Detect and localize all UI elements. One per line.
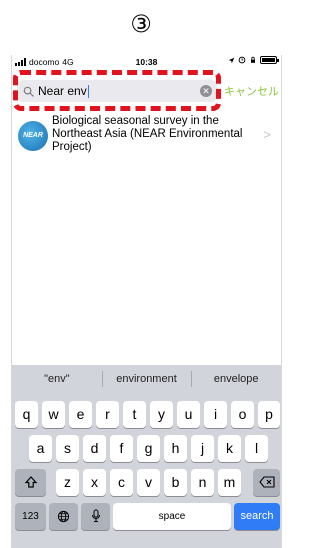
- phone-screen: docomo 4G 10:38 Near env ✕ キャンセル NEAR Bi…: [11, 55, 282, 548]
- key-f[interactable]: f: [110, 435, 133, 462]
- prediction-item[interactable]: envelope: [191, 365, 281, 393]
- key-b[interactable]: b: [164, 469, 187, 496]
- key-n[interactable]: n: [191, 469, 214, 496]
- key-o[interactable]: o: [231, 401, 254, 428]
- key-c[interactable]: c: [110, 469, 133, 496]
- screenshot-stage: ③ docomo 4G 10:38 Near env ✕ キャンセル NEAR …: [0, 0, 282, 548]
- key-q[interactable]: q: [15, 401, 38, 428]
- keyboard-row-3: z x c v b n m: [12, 469, 281, 497]
- key-h[interactable]: h: [164, 435, 187, 462]
- keyboard: "env" environment envelope q w e r t y u…: [12, 365, 281, 548]
- battery-icon: [260, 56, 279, 64]
- clear-circle-icon[interactable]: ✕: [200, 85, 212, 97]
- key-g[interactable]: g: [137, 435, 160, 462]
- status-right: [228, 56, 279, 64]
- list-item[interactable]: NEAR Biological seasonal survey in the N…: [12, 112, 281, 158]
- key-i[interactable]: i: [204, 401, 227, 428]
- prediction-item[interactable]: environment: [101, 365, 192, 393]
- key-k[interactable]: k: [218, 435, 241, 462]
- key-u[interactable]: u: [177, 401, 200, 428]
- search-value: Near env: [38, 84, 87, 98]
- text-cursor: [87, 84, 90, 98]
- results-list: NEAR Biological seasonal survey in the N…: [12, 112, 281, 158]
- globe-icon: [57, 510, 70, 523]
- location-arrow-icon: [228, 57, 235, 63]
- prediction-bar: "env" environment envelope: [12, 365, 281, 393]
- key-e[interactable]: e: [69, 401, 92, 428]
- keyboard-row-2: a s d f g h j k l: [12, 435, 281, 463]
- status-bar: docomo 4G 10:38: [12, 55, 281, 69]
- key-l[interactable]: l: [245, 435, 268, 462]
- lock-rotation-icon: [251, 56, 255, 63]
- keyboard-row-1: q w e r t y u i o p: [12, 401, 281, 429]
- key-a[interactable]: a: [29, 435, 52, 462]
- shift-key[interactable]: [15, 469, 46, 496]
- step-marker: ③: [130, 11, 152, 38]
- result-title: Biological seasonal survey in the Northe…: [52, 115, 243, 153]
- numbers-key[interactable]: 123: [15, 503, 46, 530]
- shift-icon: [24, 476, 37, 488]
- key-z[interactable]: z: [56, 469, 79, 496]
- key-t[interactable]: t: [123, 401, 146, 428]
- key-d[interactable]: d: [83, 435, 106, 462]
- key-p[interactable]: p: [258, 401, 280, 428]
- key-r[interactable]: r: [96, 401, 119, 428]
- key-j[interactable]: j: [191, 435, 214, 462]
- keyboard-row-4: 123 space search: [12, 503, 281, 531]
- near-logo-icon: NEAR: [18, 121, 48, 151]
- key-m[interactable]: m: [218, 469, 241, 496]
- alarm-icon: [238, 56, 246, 64]
- key-x[interactable]: x: [83, 469, 106, 496]
- prediction-item[interactable]: "env": [12, 365, 102, 393]
- key-s[interactable]: s: [56, 435, 79, 462]
- backspace-icon: [258, 476, 275, 488]
- search-key[interactable]: search: [234, 503, 280, 530]
- search-icon: [23, 86, 34, 97]
- globe-key[interactable]: [49, 503, 78, 530]
- key-y[interactable]: y: [150, 401, 173, 428]
- space-key[interactable]: space: [113, 503, 231, 530]
- key-w[interactable]: w: [42, 401, 65, 428]
- microphone-key[interactable]: [81, 503, 110, 530]
- chevron-right-icon: >: [263, 127, 271, 142]
- cancel-button[interactable]: キャンセル: [224, 83, 279, 99]
- search-input[interactable]: Near env ✕: [17, 80, 217, 102]
- key-v[interactable]: v: [137, 469, 160, 496]
- search-row: Near env ✕ キャンセル: [12, 70, 281, 111]
- microphone-icon: [91, 509, 100, 522]
- backspace-key[interactable]: [253, 469, 280, 496]
